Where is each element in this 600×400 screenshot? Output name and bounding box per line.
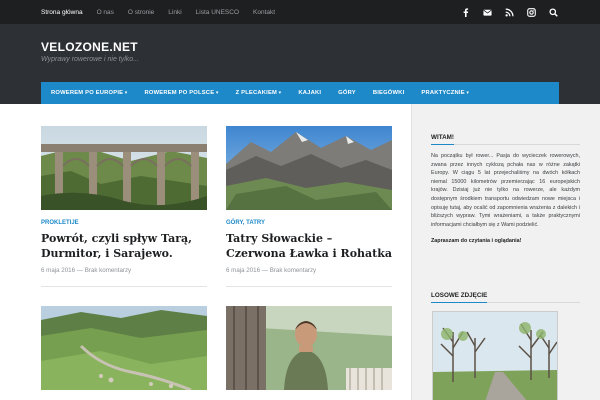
top-nav-home[interactable]: Strona główna: [41, 9, 83, 16]
random-photo[interactable]: [432, 311, 558, 400]
post-meta: 6 maja 2016 — Brak komentarzy: [41, 267, 207, 274]
widget-title: WITAM!: [431, 134, 454, 145]
widget-text: Na początku był rower... Pasja do wyciec…: [431, 153, 580, 228]
welcome-widget: WITAM! Na początku był rower... Pasja do…: [431, 126, 580, 246]
nav-item-skis[interactable]: BIEGÓWKI: [373, 90, 405, 96]
post-thumbnail[interactable]: [41, 306, 207, 390]
nav-item-mountains[interactable]: GÓRY: [338, 90, 356, 96]
rss-icon[interactable]: [502, 5, 516, 19]
post-comments[interactable]: Brak komentarzy: [85, 267, 131, 274]
post-meta: 6 maja 2016 — Brak komentarzy: [226, 267, 392, 274]
post-divider: [41, 286, 207, 287]
top-navigation: Strona główna O nas O stronie Linki List…: [41, 0, 275, 24]
site-description: Wyprawy rowerowe i nie tylko...: [41, 56, 140, 63]
top-nav-unesco[interactable]: Lista UNESCO: [196, 9, 239, 16]
chevron-down-icon: ▾: [214, 90, 219, 96]
top-nav-contact[interactable]: Kontakt: [253, 9, 275, 16]
nav-item-poland[interactable]: ROWEREM PO POLSCE ▾: [145, 90, 219, 96]
post-card: [41, 306, 207, 390]
top-bar: Strona główna O nas O stronie Linki List…: [0, 0, 600, 24]
random-photo-widget: LOSOWE ZDJĘCIE: [431, 284, 580, 400]
post-card: [226, 306, 392, 390]
post-thumbnail[interactable]: [226, 306, 392, 390]
nav-item-europe[interactable]: ROWEREM PO EUROPIE ▾: [51, 90, 128, 96]
post-thumbnail[interactable]: [226, 126, 392, 210]
post-card: PROKLETIJE Powrót, czyli spływ Tarą, Dur…: [41, 126, 207, 287]
post-thumbnail[interactable]: [41, 126, 207, 210]
post-category[interactable]: PROKLETIJE: [41, 220, 207, 226]
instagram-icon[interactable]: [524, 5, 538, 19]
chevron-down-icon: ▾: [464, 90, 470, 96]
post-date[interactable]: 6 maja 2016: [41, 267, 75, 274]
nav-item-kayaks[interactable]: KAJAKI: [298, 90, 321, 96]
widget-title: LOSOWE ZDJĘCIE: [431, 292, 488, 303]
site-title[interactable]: VELOZONE.NET: [41, 40, 138, 54]
top-nav-links[interactable]: Linki: [168, 9, 181, 16]
chevron-down-icon: ▾: [277, 90, 282, 96]
social-icons: [458, 0, 560, 24]
post-date[interactable]: 6 maja 2016: [226, 267, 260, 274]
meta-separator: —: [261, 267, 268, 274]
content-area: PROKLETIJE Powrót, czyli spływ Tarą, Dur…: [0, 104, 600, 400]
post-divider: [226, 286, 392, 287]
chevron-down-icon: ▾: [123, 90, 128, 96]
widget-footer-text: Zapraszam do czytania i oglądania!: [431, 238, 522, 245]
facebook-icon[interactable]: [458, 5, 472, 19]
main-navigation: ROWEREM PO EUROPIE ▾ ROWEREM PO POLSCE ▾…: [41, 82, 559, 104]
post-comments[interactable]: Brak komentarzy: [270, 267, 316, 274]
post-title[interactable]: Tatry Słowackie – Czerwona Ławka i Rohat…: [226, 231, 392, 261]
post-title[interactable]: Powrót, czyli spływ Tarą, Durmitor, i Sa…: [41, 231, 207, 261]
nav-item-practical[interactable]: PRAKTYCZNIE ▾: [421, 90, 469, 96]
nav-item-backpack[interactable]: Z PLECAKIEM ▾: [236, 90, 282, 96]
top-nav-about-us[interactable]: O nas: [97, 9, 114, 16]
top-nav-about-site[interactable]: O stronie: [128, 9, 154, 16]
search-icon[interactable]: [546, 5, 560, 19]
post-category[interactable]: GÓRY, TATRY: [226, 220, 392, 226]
post-card: GÓRY, TATRY Tatry Słowackie – Czerwona Ł…: [226, 126, 392, 287]
mail-icon[interactable]: [480, 5, 494, 19]
meta-separator: —: [76, 267, 83, 274]
